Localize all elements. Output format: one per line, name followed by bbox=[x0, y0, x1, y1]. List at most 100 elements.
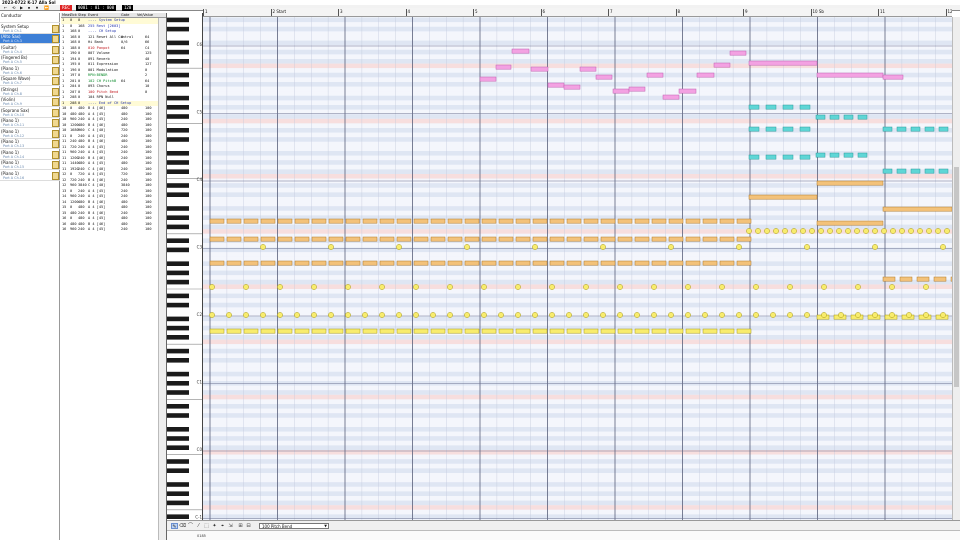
midi-note[interactable] bbox=[328, 236, 344, 242]
speaker-icon[interactable] bbox=[52, 150, 59, 159]
drum-hit[interactable] bbox=[736, 244, 742, 250]
midi-note[interactable] bbox=[498, 218, 514, 224]
drum-hit[interactable] bbox=[600, 244, 606, 250]
midi-note[interactable] bbox=[617, 328, 633, 334]
black-key[interactable] bbox=[167, 261, 189, 266]
stop-button[interactable]: ⏹ bbox=[26, 5, 32, 11]
black-key[interactable] bbox=[167, 381, 189, 386]
midi-note[interactable] bbox=[311, 236, 327, 242]
drum-hit[interactable] bbox=[566, 312, 572, 318]
track-item[interactable]: (Piano 1) Port A Ch.12 bbox=[0, 129, 60, 139]
midi-note[interactable] bbox=[430, 218, 446, 224]
drum-hit[interactable] bbox=[908, 228, 914, 234]
midi-note[interactable] bbox=[209, 260, 225, 266]
black-key[interactable] bbox=[167, 468, 189, 473]
midi-note[interactable] bbox=[566, 236, 582, 242]
drum-hit[interactable] bbox=[430, 312, 436, 318]
drum-hit[interactable] bbox=[935, 228, 941, 234]
drum-hit[interactable] bbox=[889, 284, 895, 290]
midi-note[interactable] bbox=[498, 260, 514, 266]
speaker-icon[interactable] bbox=[52, 24, 59, 33]
drum-hit[interactable] bbox=[926, 228, 932, 234]
midi-note[interactable] bbox=[532, 236, 548, 242]
drum-hit[interactable] bbox=[413, 284, 419, 290]
drum-hit[interactable] bbox=[855, 312, 861, 318]
drum-hit[interactable] bbox=[890, 228, 896, 234]
midi-note[interactable] bbox=[396, 236, 412, 242]
midi-note[interactable] bbox=[685, 260, 701, 266]
record-icon[interactable]: ⏺ bbox=[34, 5, 40, 11]
drum-hit[interactable] bbox=[746, 228, 752, 234]
midi-note[interactable] bbox=[260, 236, 276, 242]
black-key[interactable] bbox=[167, 49, 189, 55]
midi-note[interactable] bbox=[430, 236, 446, 242]
midi-note[interactable] bbox=[396, 218, 412, 224]
drum-hit[interactable] bbox=[464, 312, 470, 318]
midi-note[interactable] bbox=[617, 260, 633, 266]
midi-note[interactable] bbox=[277, 218, 293, 224]
midi-note[interactable] bbox=[226, 236, 242, 242]
drum-hit[interactable] bbox=[838, 312, 844, 318]
drum-hit[interactable] bbox=[651, 284, 657, 290]
drum-hit[interactable] bbox=[345, 312, 351, 318]
black-key[interactable] bbox=[167, 335, 189, 340]
drum-hit[interactable] bbox=[668, 312, 674, 318]
drum-hit[interactable] bbox=[940, 244, 946, 250]
measure-marker[interactable]: 4 bbox=[405, 9, 410, 16]
black-key[interactable] bbox=[167, 72, 189, 78]
drum-hit[interactable] bbox=[379, 284, 385, 290]
drum-hit[interactable] bbox=[800, 228, 806, 234]
drum-hit[interactable] bbox=[209, 284, 215, 290]
drum-hit[interactable] bbox=[481, 312, 487, 318]
drum-hit[interactable] bbox=[719, 284, 725, 290]
drum-hit[interactable] bbox=[277, 312, 283, 318]
midi-note[interactable] bbox=[748, 194, 818, 200]
black-key[interactable] bbox=[167, 105, 189, 110]
midi-note[interactable] bbox=[799, 154, 811, 160]
drum-hit[interactable] bbox=[515, 284, 521, 290]
drum-hit[interactable] bbox=[209, 312, 215, 318]
midi-note[interactable] bbox=[729, 50, 747, 56]
vertical-scrollbar[interactable] bbox=[952, 17, 960, 520]
midi-note[interactable] bbox=[243, 218, 259, 224]
midi-note[interactable] bbox=[634, 218, 650, 224]
drum-hit[interactable] bbox=[515, 312, 521, 318]
midi-note[interactable] bbox=[799, 104, 811, 110]
midi-note[interactable] bbox=[829, 152, 840, 158]
black-key[interactable] bbox=[167, 316, 189, 322]
track-item[interactable]: (Square Wave) Port A Ch.7 bbox=[0, 76, 60, 86]
drum-hit[interactable] bbox=[260, 312, 266, 318]
drum-hit[interactable] bbox=[818, 228, 824, 234]
midi-note[interactable] bbox=[328, 328, 344, 334]
track-item[interactable]: (Piano 1) Port A Ch.14 bbox=[0, 150, 60, 160]
midi-note[interactable] bbox=[547, 82, 565, 88]
midi-note[interactable] bbox=[495, 64, 512, 70]
drum-hit[interactable] bbox=[836, 228, 842, 234]
midi-note[interactable] bbox=[583, 328, 599, 334]
drum-hit[interactable] bbox=[773, 228, 779, 234]
midi-note[interactable] bbox=[511, 48, 530, 54]
speaker-icon[interactable] bbox=[52, 56, 59, 64]
midi-note[interactable] bbox=[563, 84, 581, 90]
measure-marker[interactable]: 2 Start bbox=[270, 9, 286, 16]
midi-note[interactable] bbox=[765, 104, 777, 110]
measure-marker[interactable]: 7 bbox=[608, 9, 613, 16]
drum-hit[interactable] bbox=[827, 228, 833, 234]
black-key[interactable] bbox=[167, 500, 189, 506]
midi-note[interactable] bbox=[447, 218, 463, 224]
track-item[interactable]: (Violin) Port A Ch.9 bbox=[0, 97, 60, 107]
black-key[interactable] bbox=[167, 302, 189, 308]
midi-note[interactable] bbox=[532, 328, 548, 334]
midi-note[interactable] bbox=[260, 328, 276, 334]
black-key[interactable] bbox=[167, 491, 189, 496]
black-key[interactable] bbox=[167, 95, 189, 101]
midi-note[interactable] bbox=[294, 236, 310, 242]
track-item[interactable]: Conductor bbox=[0, 13, 60, 23]
track-item[interactable]: (Soprano Sax) Port A Ch.10 bbox=[0, 108, 60, 118]
black-key[interactable] bbox=[167, 192, 189, 197]
midi-note[interactable] bbox=[600, 236, 616, 242]
midi-note[interactable] bbox=[799, 126, 811, 132]
midi-note[interactable] bbox=[549, 218, 565, 224]
midi-note[interactable] bbox=[702, 260, 718, 266]
target-tool-icon[interactable]: ⌖ bbox=[219, 523, 226, 529]
